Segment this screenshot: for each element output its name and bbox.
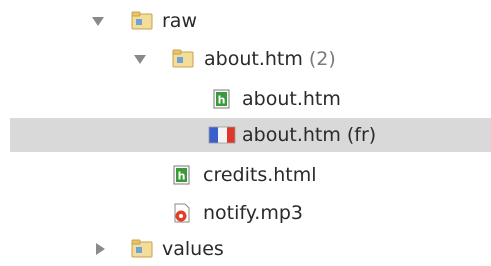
folder-icon [131, 239, 153, 258]
tree-item-about-htm-fr[interactable]: about.htm (fr) [10, 118, 491, 152]
svg-text:h: h [178, 170, 186, 183]
tree-item-label: raw [162, 10, 197, 32]
tree-item-raw[interactable]: raw [0, 4, 491, 38]
tree-item-notify[interactable]: notify.mp3 [0, 196, 491, 230]
disclosure-expanded-icon[interactable] [90, 13, 106, 29]
project-tree: raw about.htm (2) h about.htm about.htm … [0, 0, 491, 261]
tree-item-label: about.htm [242, 88, 341, 110]
disclosure-expanded-icon[interactable] [132, 51, 148, 67]
disclosure-collapsed-icon[interactable] [92, 241, 108, 257]
tree-item-about-htm[interactable]: h about.htm [0, 82, 491, 116]
html-file-icon: h [213, 89, 230, 109]
html-file-icon: h [173, 165, 190, 185]
folder-icon [131, 11, 153, 30]
audio-file-icon [174, 203, 190, 223]
tree-item-label: credits.html [203, 164, 317, 186]
tree-item-label: about.htm [204, 48, 303, 70]
tree-item-label: notify.mp3 [203, 202, 303, 224]
tree-item-credits[interactable]: h credits.html [0, 158, 491, 192]
item-count-badge: (2) [308, 48, 336, 70]
tree-item-label: values [162, 238, 224, 260]
svg-text:h: h [218, 94, 226, 107]
french-flag-icon [208, 126, 236, 144]
folder-icon [172, 49, 194, 68]
tree-item-label: about.htm (fr) [242, 124, 377, 146]
tree-item-about-folder[interactable]: about.htm (2) [0, 42, 491, 76]
